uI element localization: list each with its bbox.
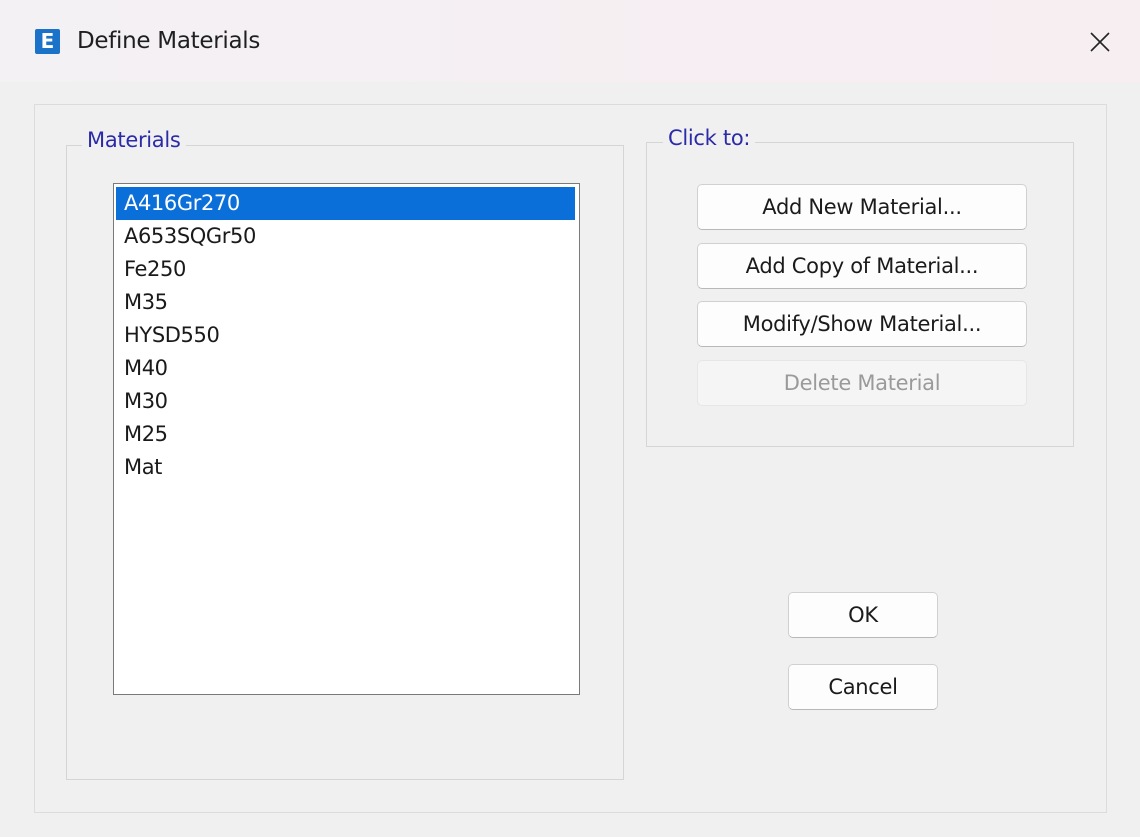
material-list-item[interactable]: A416Gr270 (116, 187, 575, 220)
ok-button[interactable]: OK (788, 592, 938, 638)
materials-group-label: Materials (82, 128, 186, 152)
add-copy-of-material-button[interactable]: Add Copy of Material... (697, 243, 1027, 289)
etabs-app-icon: E (35, 29, 60, 54)
add-new-material-button[interactable]: Add New Material... (697, 184, 1027, 230)
materials-listbox[interactable]: A416Gr270 A653SQGr50 Fe250 M35 HYSD550 M40 M30… (113, 183, 580, 695)
material-list-item[interactable]: Mat (116, 451, 575, 484)
material-list-item[interactable]: M35 (116, 286, 575, 319)
close-button[interactable] (1072, 20, 1128, 64)
material-list-item[interactable]: A653SQGr50 (116, 220, 575, 253)
window-title: Define Materials (77, 28, 261, 54)
material-list-item[interactable]: M30 (116, 385, 575, 418)
close-icon (1090, 32, 1110, 52)
delete-material-button: Delete Material (697, 360, 1027, 406)
material-list-item[interactable]: M40 (116, 352, 575, 385)
cancel-button[interactable]: Cancel (788, 664, 938, 710)
click-to-group-label: Click to: (663, 126, 756, 150)
title-bar[interactable]: E Define Materials (0, 0, 1140, 82)
material-list-item[interactable]: Fe250 (116, 253, 575, 286)
modify-show-material-button[interactable]: Modify/Show Material... (697, 301, 1027, 347)
define-materials-dialog: E Define Materials Materials A416Gr270 A6… (0, 0, 1140, 837)
material-list-item[interactable]: M25 (116, 418, 575, 451)
material-list-item[interactable]: HYSD550 (116, 319, 575, 352)
